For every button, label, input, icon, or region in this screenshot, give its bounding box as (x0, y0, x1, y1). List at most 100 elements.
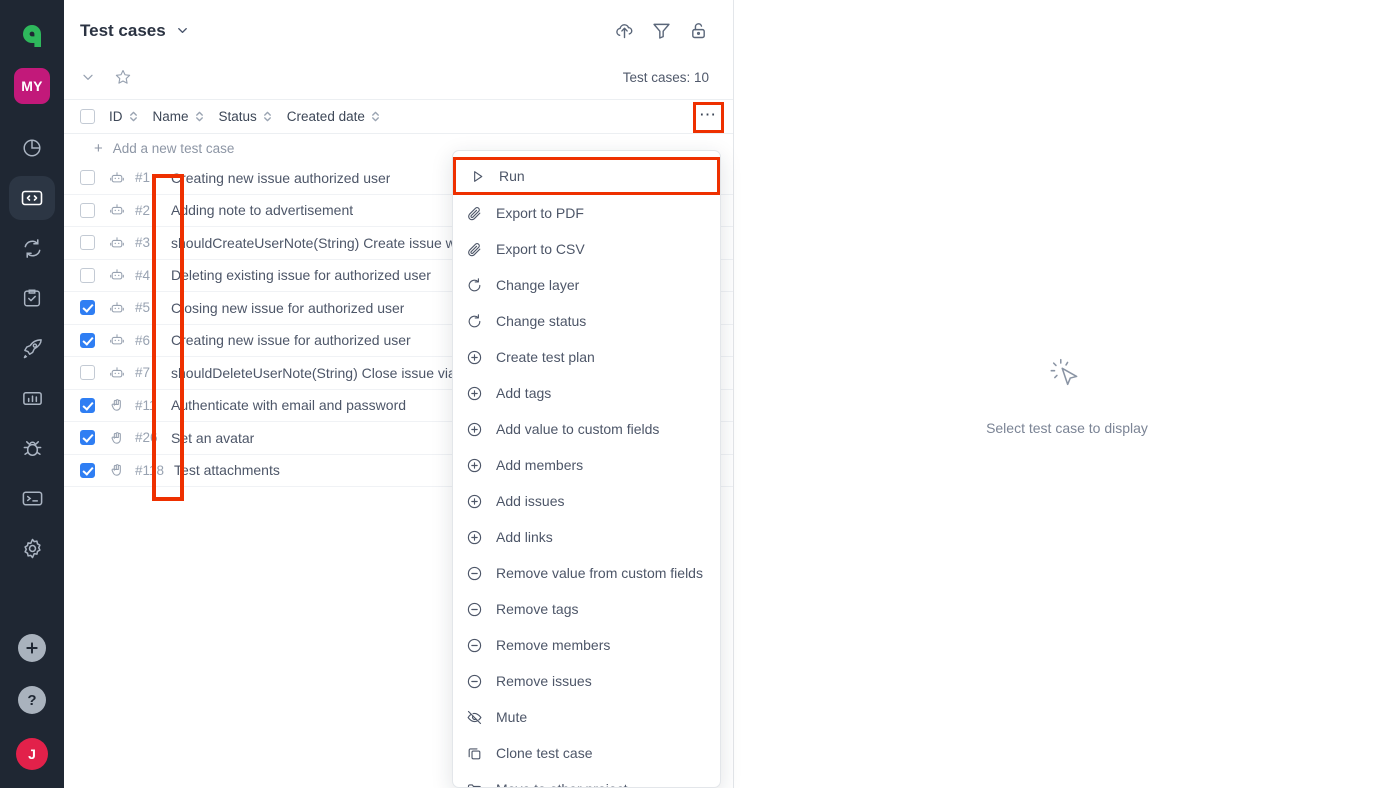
column-label: Created date (286, 109, 365, 124)
row-checkbox[interactable] (80, 430, 95, 446)
column-header-created-date[interactable]: Created date (287, 109, 381, 124)
star-icon[interactable] (114, 68, 132, 86)
row-checkbox[interactable] (80, 300, 95, 316)
sidebar-item-dashboard[interactable] (9, 126, 55, 170)
ellipsis-horizontal-icon: ⋯ (699, 105, 718, 124)
menu-item-remove-tags[interactable]: Remove tags (453, 591, 720, 627)
page-title: Test cases (80, 20, 166, 40)
row-checkbox[interactable] (80, 332, 95, 348)
sidebar-item-settings[interactable] (9, 526, 55, 570)
rail-icon-list (0, 126, 64, 576)
menu-item-remove-value-from-custom-fields[interactable]: Remove value from custom fields (453, 555, 720, 591)
hand-icon (109, 462, 125, 478)
menu-item-label: Remove issues (496, 673, 592, 689)
bulk-actions-context-menu: Run Export to PDF Export to CSV Change laye… (452, 150, 721, 788)
cloud-upload-icon[interactable] (614, 20, 635, 41)
menu-item-add-value-to-custom-fields[interactable]: Add value to custom fields (453, 411, 720, 447)
menu-item-export-to-pdf[interactable]: Export to PDF (453, 195, 720, 231)
menu-item-add-tags[interactable]: Add tags (453, 375, 720, 411)
bar-chart-icon (21, 387, 44, 410)
row-checkbox[interactable] (80, 462, 95, 478)
sidebar-item-defects[interactable] (9, 426, 55, 470)
select-all-checkbox[interactable] (80, 109, 95, 124)
column-header-id[interactable]: ID (109, 109, 139, 124)
sort-arrows-icon (128, 110, 139, 123)
minus-circle-icon (466, 565, 488, 582)
menu-item-label: Change layer (496, 277, 580, 293)
plus-circle-icon (466, 421, 488, 438)
plus-circle-icon (466, 529, 488, 546)
filter-funnel-icon[interactable] (651, 20, 672, 41)
menu-item-add-links[interactable]: Add links (453, 519, 720, 555)
sort-arrows-icon (370, 110, 381, 123)
hand-icon (109, 397, 125, 413)
qase-logo-icon[interactable] (12, 14, 52, 54)
row-name: Set an avatar (171, 429, 255, 446)
menu-item-add-members[interactable]: Add members (453, 447, 720, 483)
menu-item-create-test-plan[interactable]: Create test plan (453, 339, 720, 375)
row-checkbox[interactable] (80, 202, 95, 218)
menu-item-label: Remove tags (496, 601, 579, 617)
bulk-actions-more-button[interactable]: ⋯ (693, 102, 724, 133)
menu-item-add-issues[interactable]: Add issues (453, 483, 720, 519)
row-id: #2 (135, 202, 151, 218)
play-triangle-icon (469, 168, 491, 185)
clipboard-check-icon (21, 287, 43, 309)
cursor-click-icon (1044, 352, 1090, 398)
robot-icon (109, 300, 125, 316)
sort-arrows-icon (262, 110, 273, 123)
robot-icon (109, 365, 125, 381)
menu-item-label: Remove members (496, 637, 611, 653)
menu-item-remove-issues[interactable]: Remove issues (453, 663, 720, 699)
menu-item-move-to-other-project[interactable]: Move to other project (453, 771, 720, 787)
minus-circle-icon (466, 673, 488, 690)
menu-item-label: Export to PDF (496, 205, 584, 221)
row-name: Adding note to advertisement (171, 202, 354, 219)
menu-item-label: Add value to custom fields (496, 421, 660, 437)
avatar[interactable]: J (16, 738, 48, 770)
plus-circle-icon (466, 349, 488, 366)
robot-icon (109, 332, 125, 348)
chevron-down-icon[interactable] (175, 23, 190, 38)
refresh-cycle-icon (21, 237, 44, 260)
sidebar-item-test-cases[interactable] (9, 176, 55, 220)
sidebar-item-test-plans[interactable] (9, 276, 55, 320)
row-checkbox[interactable] (80, 267, 95, 283)
sidebar-item-test-runs[interactable] (9, 226, 55, 270)
row-id: #6 (135, 332, 151, 348)
menu-item-change-status[interactable]: Change status (453, 303, 720, 339)
menu-item-mute[interactable]: Mute (453, 699, 720, 735)
menu-item-label: Add issues (496, 493, 565, 509)
plus-circle-icon (466, 457, 488, 474)
row-name: Creating new issue authorized user (171, 169, 391, 186)
row-id: #4 (135, 267, 151, 283)
sidebar-item-api[interactable] (9, 476, 55, 520)
row-checkbox[interactable] (80, 170, 95, 186)
sidebar-item-reports[interactable] (9, 376, 55, 420)
question-circle-icon[interactable]: ? (18, 686, 46, 714)
row-checkbox[interactable] (80, 235, 95, 251)
unlock-padlock-icon[interactable] (688, 20, 709, 41)
plus-circle-icon[interactable] (18, 634, 46, 662)
row-checkbox[interactable] (80, 397, 95, 413)
dashboard-pie-icon (21, 137, 43, 159)
menu-item-export-to-csv[interactable]: Export to CSV (453, 231, 720, 267)
header-actions (614, 20, 709, 41)
column-header-name[interactable]: Name (153, 109, 205, 124)
chevron-down-icon[interactable] (80, 69, 96, 85)
row-checkbox[interactable] (80, 365, 95, 381)
menu-item-change-layer[interactable]: Change layer (453, 267, 720, 303)
folder-arrow-icon (466, 781, 488, 787)
project-badge[interactable]: MY (14, 68, 50, 104)
menu-item-label: Add tags (496, 385, 552, 401)
menu-item-run[interactable]: Run (453, 157, 720, 195)
menu-item-clone-test-case[interactable]: Clone test case (453, 735, 720, 771)
column-header-status[interactable]: Status (219, 109, 273, 124)
table-column-header: ID Name Status Created date ⋯ (64, 99, 733, 134)
test-case-detail-panel: Select test case to display (734, 0, 1400, 788)
paperclip-icon (466, 241, 488, 258)
row-name: Closing new issue for authorized user (171, 299, 405, 316)
sidebar-item-launches[interactable] (9, 326, 55, 370)
left-nav-rail: MY ? J (0, 0, 64, 788)
menu-item-remove-members[interactable]: Remove members (453, 627, 720, 663)
